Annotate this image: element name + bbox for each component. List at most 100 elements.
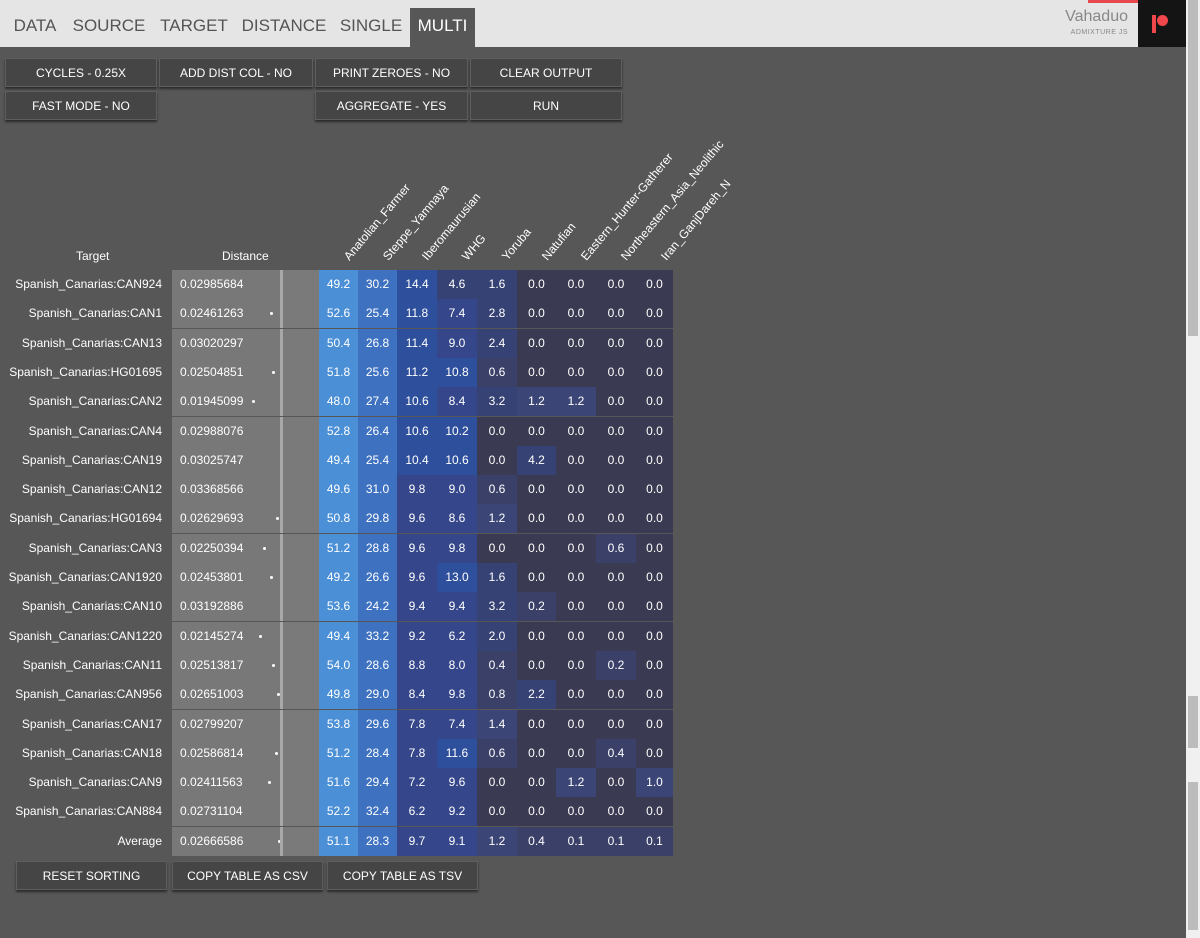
value-cell: 0.0 <box>556 680 596 709</box>
value-cell: 0.0 <box>517 622 556 651</box>
spacer-cell <box>283 563 319 592</box>
print-zeroes-button[interactable]: PRINT ZEROES - NO <box>315 58 468 87</box>
column-header[interactable]: Anatolian_Farmer <box>341 181 413 263</box>
value-cell: 54.0 <box>319 651 358 680</box>
value-cell: 28.3 <box>358 827 397 856</box>
value-cell: 51.6 <box>319 768 358 797</box>
value-cell: 0.0 <box>596 358 636 387</box>
value-cell: 52.2 <box>319 797 358 826</box>
table-row[interactable]: Spanish_Canarias:CAN956 0.02651003 49.8 29.… <box>0 680 680 709</box>
reset-sorting-button[interactable]: RESET SORTING <box>16 861 167 890</box>
table-row[interactable]: Spanish_Canarias:CAN12 0.03368566 49.6 31.0… <box>0 475 680 504</box>
patreon-button[interactable] <box>1138 0 1186 47</box>
tab-target[interactable]: TARGET <box>154 8 234 47</box>
table-row[interactable]: Spanish_Canarias:CAN884 0.02731104 52.2 32.… <box>0 797 680 826</box>
value-cell: 0.0 <box>596 504 636 533</box>
table-row[interactable]: Spanish_Canarias:HG01695 0.02504851 51.8 25… <box>0 358 680 387</box>
tab-multi[interactable]: MULTI <box>410 8 475 47</box>
scrollbar[interactable] <box>1186 0 1200 938</box>
tab-distance[interactable]: DISTANCE <box>236 8 332 47</box>
target-column-header[interactable]: Target <box>76 249 109 263</box>
value-cell: 0.0 <box>517 534 556 563</box>
table-row[interactable]: Spanish_Canarias:CAN1220 0.02145274 49.4 33… <box>0 622 680 651</box>
table-row[interactable]: Spanish_Canarias:CAN3 0.02250394 51.2 28.8 9… <box>0 534 680 563</box>
column-header[interactable]: Iran_GanjDareh_N <box>658 177 733 263</box>
value-cell: 50.4 <box>319 329 358 358</box>
table-row[interactable]: Average 0.02666586 51.1 28.3 9.7 9.1 1.2 0.4 0.1… <box>0 827 680 856</box>
scrollbar-thumb-secondary[interactable] <box>1188 696 1198 748</box>
value-cell: 0.0 <box>636 446 673 475</box>
value-cell: 2.0 <box>477 622 517 651</box>
value-cell: 49.4 <box>319 446 358 475</box>
run-button[interactable]: RUN <box>470 91 622 120</box>
table-row[interactable]: Spanish_Canarias:CAN18 0.02586814 51.2 28.4… <box>0 739 680 768</box>
column-header[interactable]: WHG <box>459 232 489 263</box>
value-cell: 27.4 <box>358 387 397 416</box>
value-cell: 0.0 <box>517 417 556 446</box>
column-header[interactable]: Yoruba <box>499 225 534 263</box>
tab-data[interactable]: DATA <box>6 8 64 47</box>
value-cell: 0.0 <box>517 299 556 328</box>
add-dist-col-button[interactable]: ADD DIST COL - NO <box>159 58 313 87</box>
table-row[interactable]: Spanish_Canarias:HG01694 0.02629693 50.8 29… <box>0 504 680 533</box>
target-label: Spanish_Canarias:CAN10 <box>21 599 162 613</box>
value-cell: 9.0 <box>437 475 477 504</box>
table-row[interactable]: Spanish_Canarias:CAN19 0.03025747 49.4 25.4… <box>0 446 680 475</box>
value-cell: 0.0 <box>477 768 517 797</box>
value-cell: 2.8 <box>477 299 517 328</box>
tab-source[interactable]: SOURCE <box>66 8 152 47</box>
table-row[interactable]: Spanish_Canarias:CAN1920 0.02453801 49.2 26… <box>0 563 680 592</box>
value-cell: 1.6 <box>477 270 517 299</box>
value-cell: 0.0 <box>596 299 636 328</box>
spacer-cell <box>283 592 319 621</box>
value-cell: 25.4 <box>358 299 397 328</box>
table-row[interactable]: Spanish_Canarias:CAN2 0.01945099 48.0 27.4 1… <box>0 387 680 416</box>
aggregate-button[interactable]: AGGREGATE - YES <box>315 91 468 120</box>
spacer-cell <box>283 768 319 797</box>
scrollbar-thumb-tertiary[interactable] <box>1188 782 1198 930</box>
tab-single[interactable]: SINGLE <box>334 8 408 47</box>
value-cell: 9.1 <box>437 827 477 856</box>
scrollbar-thumb[interactable] <box>1188 0 1198 336</box>
value-cell: 0.0 <box>636 270 673 299</box>
table-row[interactable]: Spanish_Canarias:CAN10 0.03192886 53.6 24.2… <box>0 592 680 621</box>
value-cell: 9.2 <box>397 622 437 651</box>
copy-tsv-button[interactable]: COPY TABLE AS TSV <box>327 861 478 890</box>
table-row[interactable]: Spanish_Canarias:CAN13 0.03020297 50.4 26.8… <box>0 329 680 358</box>
table-row[interactable]: Spanish_Canarias:CAN4 0.02988076 52.8 26.4 1… <box>0 417 680 446</box>
value-cell: 49.6 <box>319 475 358 504</box>
value-cell: 28.8 <box>358 534 397 563</box>
value-cell: 0.0 <box>636 651 673 680</box>
patreon-icon-bar <box>1152 15 1156 33</box>
value-cell: 49.8 <box>319 680 358 709</box>
value-cell: 9.6 <box>397 504 437 533</box>
value-cell: 31.0 <box>358 475 397 504</box>
column-header[interactable]: Natufian <box>539 220 578 263</box>
clear-output-button[interactable]: CLEAR OUTPUT <box>470 58 622 87</box>
fast-mode-button[interactable]: FAST MODE - NO <box>5 91 157 120</box>
distance-value: 0.02453801 <box>180 570 244 584</box>
table-row[interactable]: Spanish_Canarias:CAN1 0.02461263 52.6 25.4 1… <box>0 299 680 328</box>
spacer-cell <box>283 534 319 563</box>
table-row[interactable]: Spanish_Canarias:CAN9 0.02411563 51.6 29.4 7… <box>0 768 680 797</box>
table-row[interactable]: Spanish_Canarias:CAN17 0.02799207 53.8 29.6… <box>0 710 680 739</box>
value-cell: 0.0 <box>556 329 596 358</box>
value-cell: 28.4 <box>358 739 397 768</box>
table-row[interactable]: Spanish_Canarias:CAN11 0.02513817 54.0 28.6… <box>0 651 680 680</box>
distance-cell: 0.03025747 <box>172 446 294 475</box>
value-cell: 0.0 <box>596 592 636 621</box>
distance-dot <box>262 547 266 550</box>
value-cell: 0.0 <box>596 768 636 797</box>
cycles-button[interactable]: CYCLES - 0.25X <box>5 58 157 87</box>
value-cell: 0.0 <box>636 592 673 621</box>
value-cell: 7.4 <box>437 299 477 328</box>
value-cell: 0.0 <box>636 387 673 416</box>
value-cell: 0.6 <box>596 534 636 563</box>
value-cell: 0.1 <box>636 827 673 856</box>
distance-value: 0.02651003 <box>180 687 244 701</box>
copy-csv-button[interactable]: COPY TABLE AS CSV <box>172 861 323 890</box>
distance-dot <box>270 312 274 315</box>
table-row[interactable]: Spanish_Canarias:CAN924 0.02985684 49.2 30.… <box>0 270 680 299</box>
distance-column-header[interactable]: Distance <box>222 249 269 263</box>
target-label: Spanish_Canarias:CAN12 <box>21 482 162 496</box>
